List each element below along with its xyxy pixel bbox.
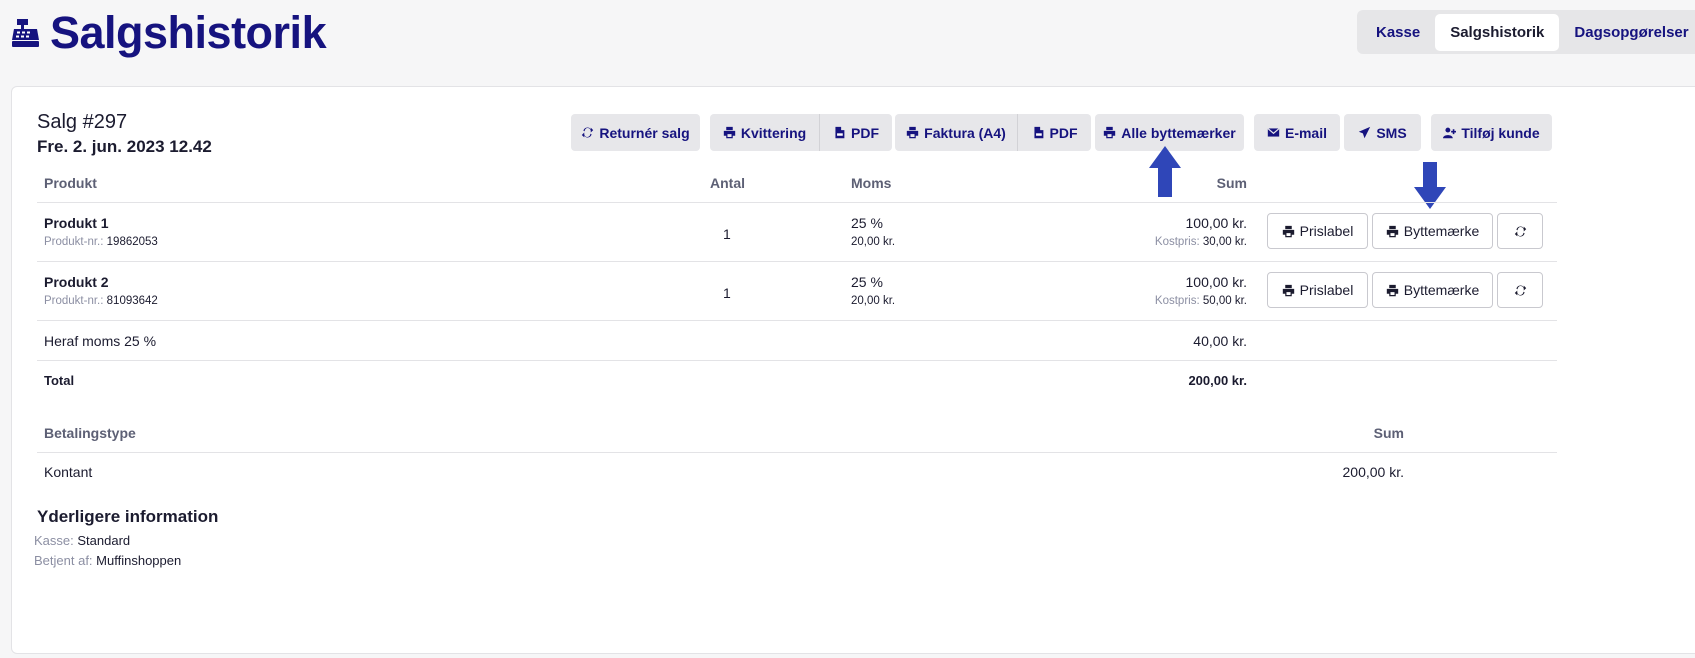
payment-type: Kontant (44, 464, 93, 480)
invoice-button[interactable]: Faktura (A4) (895, 114, 1017, 151)
product-vat-rate: 25 % (851, 215, 883, 231)
total-value: 200,00 kr. (1188, 373, 1247, 388)
nav-tabs: Kasse Salgshistorik Dagsopgørelser (1357, 10, 1695, 54)
divider (37, 360, 1557, 361)
register-info: Kasse: Standard (34, 533, 131, 548)
product-sum: 100,00 kr. (1185, 274, 1248, 290)
sale-title: Salg #297 (37, 111, 128, 133)
product-name: Produkt 1 (44, 215, 109, 231)
page-title: Salgshistorik (50, 7, 327, 58)
served-by-info: Betjent af: Muffinshoppen (34, 553, 182, 568)
printer-icon (1386, 225, 1398, 237)
product-vat-amount: 20,00 kr. (851, 236, 896, 248)
printer-icon (1282, 284, 1294, 296)
product-sku: Produkt-nr.: 81093642 (44, 295, 158, 307)
product-name: Produkt 2 (44, 274, 109, 290)
additional-info-title: Yderligere information (37, 507, 219, 526)
invoice-pdf-button[interactable]: PDF (1017, 114, 1091, 151)
printer-icon (906, 126, 919, 139)
printer-icon (1386, 284, 1398, 296)
pdf-file-icon (835, 126, 845, 139)
receipt-button[interactable]: Kvittering (710, 114, 819, 151)
paper-plane-icon (1359, 126, 1371, 139)
exchange-label-button[interactable]: Byttemærke (1372, 213, 1493, 249)
divider (37, 452, 1557, 453)
sale-card: Salg #297 Fre. 2. jun. 2023 12.42 Return… (11, 86, 1695, 654)
refresh-icon (582, 127, 594, 138)
arrow-down-icon (1414, 162, 1446, 209)
col-header-vat: Moms (851, 175, 892, 191)
tab-dagsopgoerelser[interactable]: Dagsopgørelser (1559, 14, 1695, 51)
printer-icon (723, 126, 736, 139)
app-header: Salgshistorik (11, 7, 327, 58)
tab-kasse[interactable]: Kasse (1361, 14, 1435, 51)
col-header-payment-type: Betalingstype (44, 425, 136, 441)
user-plus-icon (1443, 127, 1457, 139)
pdf-file-icon (1033, 126, 1043, 139)
total-label: Total (44, 373, 75, 388)
add-customer-button[interactable]: Tilføj kunde (1431, 114, 1552, 151)
tab-salgshistorik[interactable]: Salgshistorik (1435, 13, 1560, 51)
return-item-button[interactable] (1497, 213, 1543, 249)
divider (37, 261, 1557, 262)
divider (37, 202, 1557, 203)
product-qty: 1 (723, 226, 731, 242)
col-header-product: Produkt (44, 175, 97, 191)
printer-icon (1104, 126, 1116, 139)
product-vat-amount: 20,00 kr. (851, 295, 896, 307)
col-header-sum: Sum (1216, 175, 1247, 191)
return-sale-button[interactable]: Returnér salg (571, 114, 700, 151)
col-header-payment-sum: Sum (1373, 425, 1404, 441)
receipt-pdf-button[interactable]: PDF (819, 114, 892, 151)
vat-summary-value: 40,00 kr. (1193, 333, 1247, 349)
refresh-icon (1514, 285, 1526, 295)
email-button[interactable]: E-mail (1254, 114, 1340, 151)
cash-register-icon (12, 19, 39, 47)
printer-icon (1282, 225, 1294, 237)
price-label-button[interactable]: Prislabel (1267, 272, 1368, 308)
product-sku: Produkt-nr.: 19862053 (44, 236, 158, 248)
sms-button[interactable]: SMS (1344, 114, 1421, 151)
payment-sum: 200,00 kr. (1342, 464, 1405, 480)
vat-summary-label: Heraf moms 25 % (44, 333, 157, 349)
divider (37, 320, 1557, 321)
price-label-button[interactable]: Prislabel (1267, 213, 1368, 249)
col-header-qty: Antal (710, 175, 745, 191)
product-qty: 1 (723, 285, 731, 301)
exchange-label-button[interactable]: Byttemærke (1372, 272, 1493, 308)
sale-date: Fre. 2. jun. 2023 12.42 (37, 137, 212, 156)
product-vat-rate: 25 % (851, 274, 883, 290)
product-sum: 100,00 kr. (1185, 215, 1248, 231)
return-item-button[interactable] (1497, 272, 1543, 308)
product-cost: Kostpris: 50,00 kr. (1154, 295, 1247, 307)
product-cost: Kostpris: 30,00 kr. (1154, 236, 1247, 248)
refresh-icon (1514, 226, 1526, 236)
envelope-icon (1267, 127, 1280, 137)
